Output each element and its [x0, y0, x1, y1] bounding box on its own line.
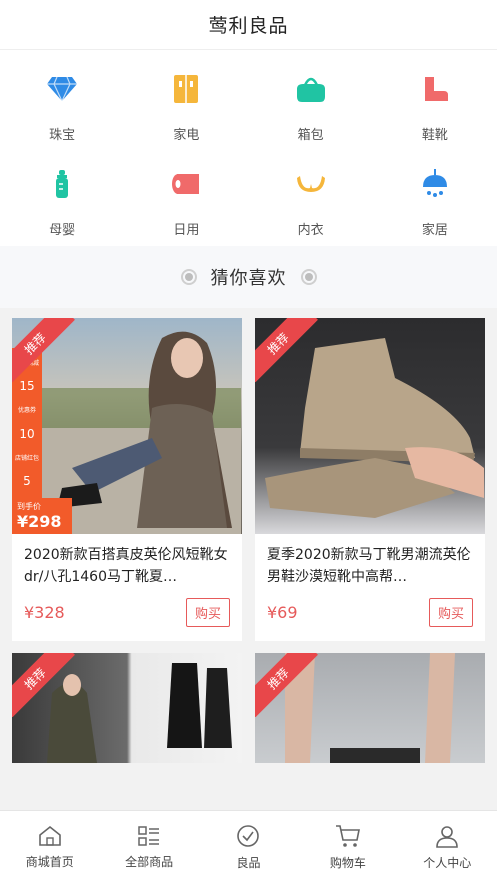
bottom-tab-bar: 商城首页 全部商品 良品 购物车 个人中心: [0, 810, 497, 883]
tab-cart[interactable]: 购物车: [298, 811, 397, 883]
bag-icon: [294, 72, 328, 106]
tab-all-products[interactable]: 全部商品: [99, 811, 198, 883]
badge-text: 推荐: [12, 653, 75, 717]
promo-text: 店铺红包: [14, 454, 39, 462]
recommend-badge: 推荐: [255, 318, 319, 382]
badge-text: 推荐: [255, 653, 318, 717]
category-jewelry[interactable]: 珠宝: [0, 72, 124, 143]
decor-dot-icon: [180, 269, 197, 285]
category-underwear[interactable]: 内衣: [249, 167, 373, 238]
promo-text: 优惠券: [17, 407, 36, 415]
hand-price-label: 到手价: [17, 502, 41, 511]
bra-icon: [294, 167, 328, 201]
diamond-icon: [45, 72, 79, 106]
product-price: ¥328: [24, 603, 65, 622]
hand-price-value: ¥298: [17, 512, 62, 531]
decor-dot-icon: [300, 269, 317, 285]
category-shoes[interactable]: 鞋靴: [373, 72, 497, 143]
page-title: 莺利良品: [208, 15, 289, 37]
buy-button[interactable]: 购买: [428, 598, 473, 627]
lamp-icon: [418, 167, 452, 201]
product-grid: 跨店满减 15 优惠券 10 店铺红包 5 到手价 ¥298 推荐 2020新款…: [0, 308, 497, 763]
category-home[interactable]: 家居: [373, 167, 497, 238]
tab-label: 良品: [236, 855, 261, 870]
product-card[interactable]: 推荐: [12, 653, 242, 763]
cart-icon: [335, 824, 360, 847]
boot-icon: [418, 72, 452, 106]
category-appliance[interactable]: 家电: [124, 72, 248, 143]
category-label: 日用: [173, 223, 200, 238]
product-name[interactable]: 2020新款百搭真皮英伦风短靴女dr/八孔1460马丁靴夏…: [12, 534, 242, 590]
section-header: 猜你喜欢: [0, 246, 497, 308]
buy-button[interactable]: 购买: [185, 598, 230, 627]
product-price: ¥69: [267, 603, 298, 622]
tab-label: 全部商品: [125, 854, 174, 869]
category-label: 内衣: [297, 223, 324, 238]
product-card[interactable]: 推荐 夏季2020新款马丁靴男潮流英伦男鞋沙漠短靴中高帮… ¥69 购买: [255, 318, 485, 641]
tab-label: 个人中心: [423, 855, 472, 870]
appliance-icon: [169, 72, 203, 106]
category-label: 家电: [173, 128, 200, 143]
promo-value: 10: [19, 426, 35, 441]
recommend-badge: 推荐: [12, 318, 76, 382]
category-daily[interactable]: 日用: [124, 167, 248, 238]
category-label: 母婴: [49, 223, 76, 238]
category-label: 家居: [421, 223, 448, 238]
tab-label: 购物车: [329, 855, 366, 870]
product-name[interactable]: 夏季2020新款马丁靴男潮流英伦男鞋沙漠短靴中高帮…: [255, 534, 485, 590]
category-baby[interactable]: 母婴: [0, 167, 124, 238]
badge-text: 推荐: [255, 318, 318, 382]
tissue-roll-icon: [169, 167, 203, 201]
hand-price-tag: 到手价 ¥298: [12, 498, 72, 534]
product-card[interactable]: 跨店满减 15 优惠券 10 店铺红包 5 到手价 ¥298 推荐 2020新款…: [12, 318, 242, 641]
category-grid: 珠宝 家电 箱包 鞋靴 母婴 日用 内衣 家居: [0, 50, 497, 246]
recommend-badge: 推荐: [12, 653, 76, 717]
promo-value: 5: [23, 473, 31, 488]
product-card[interactable]: 推荐: [255, 653, 485, 763]
category-label: 鞋靴: [421, 128, 448, 143]
user-icon: [436, 825, 459, 848]
baby-bottle-icon: [45, 167, 79, 201]
tab-good-products[interactable]: 良品: [199, 811, 298, 883]
check-circle-icon: [237, 824, 260, 847]
section-title: 猜你喜欢: [210, 268, 287, 289]
recommend-badge: 推荐: [255, 653, 319, 717]
app-header: 莺利良品: [0, 0, 497, 50]
badge-text: 推荐: [12, 318, 75, 382]
category-bags[interactable]: 箱包: [249, 72, 373, 143]
tab-label: 商城首页: [25, 854, 74, 869]
category-label: 箱包: [297, 128, 324, 143]
category-label: 珠宝: [49, 128, 76, 143]
tab-home[interactable]: 商城首页: [0, 811, 99, 883]
list-icon: [138, 825, 160, 846]
tab-profile[interactable]: 个人中心: [398, 811, 497, 883]
home-icon: [38, 825, 61, 846]
